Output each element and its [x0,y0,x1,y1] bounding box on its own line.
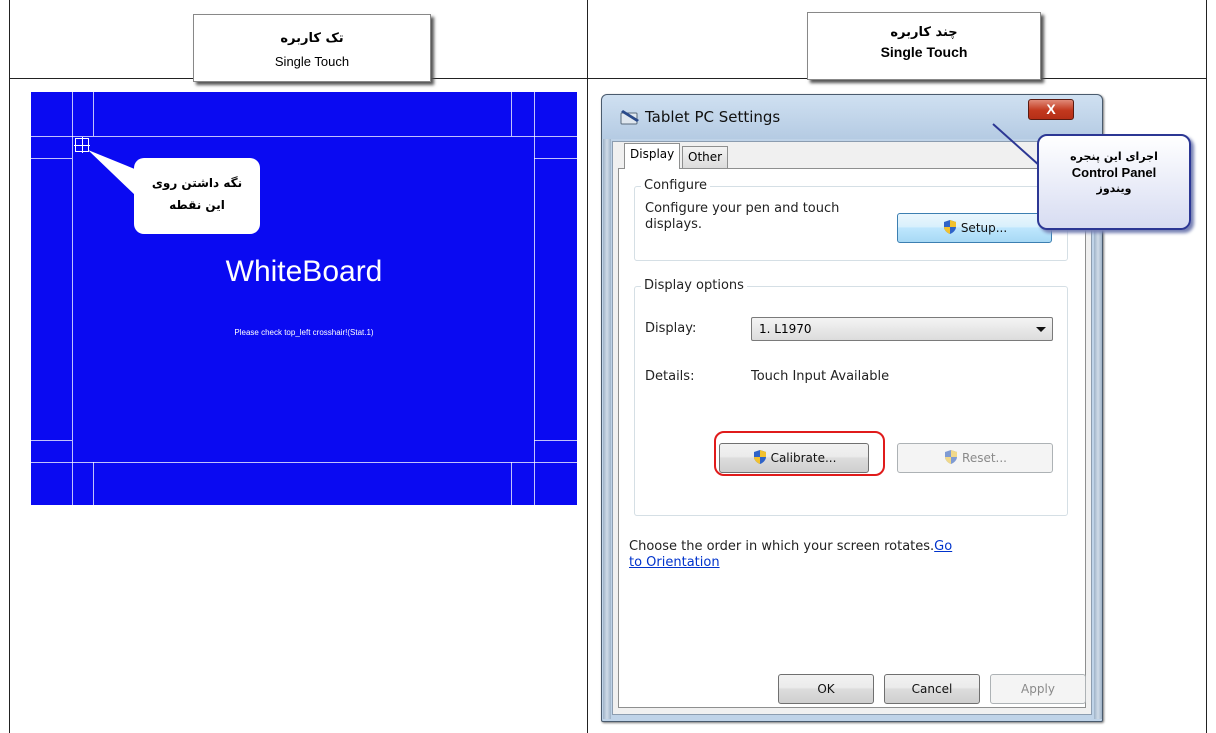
table-column-divider [587,0,588,733]
close-button[interactable]: X [1028,99,1074,120]
corner-tick [31,158,72,159]
configure-legend: Configure [641,178,711,193]
display-select[interactable]: 1. L1970 [751,317,1053,341]
guide-line-bottom [31,462,577,463]
calibrate-highlight [714,431,885,476]
ok-button[interactable]: OK [778,674,874,704]
corner-tick [93,462,94,505]
top-left-crosshair-icon[interactable] [74,137,90,153]
header-right: چند کاربره Single Touch [807,12,1041,80]
orientation-text: Choose the order in which your screen ro… [629,539,1069,571]
guide-line-left [72,92,73,505]
setup-button-label: Setup... [960,221,1008,235]
corner-tick [534,440,577,441]
corner-tick [511,462,512,505]
header-right-english: Single Touch [880,44,968,60]
configure-text-line1: Configure your pen and touch [645,201,840,216]
cancel-button[interactable]: Cancel [884,674,980,704]
tab-display[interactable]: Display [624,143,681,169]
display-label: Display: [645,321,697,336]
corner-tick [511,92,512,136]
setup-button[interactable]: Setup... [897,213,1052,243]
whiteboard-calibration-screen[interactable]: WhiteBoard Please check top_left crossha… [31,92,577,505]
display-options-group: Display options Display: 1. L1970 Detail… [634,278,1068,516]
callout-line2: این نقطه [169,198,225,212]
callout-right-line3: ویندوز [1096,182,1132,195]
details-value: Touch Input Available [751,369,890,384]
chevron-down-icon [1036,327,1046,332]
corner-tick [534,158,577,159]
orientation-description: Choose the order in which your screen ro… [629,539,935,554]
whiteboard-message: Please check top_left crosshair!(Stat.1) [234,328,374,337]
dialog-title: Tablet PC Settings [645,108,781,126]
tablet-pen-icon [620,110,639,125]
header-left-persian: تک کاربره [280,31,344,46]
callout-right-line1: اجرای این پنجره [1070,150,1158,163]
dialog-body: Display Other Configure Configure your p… [612,141,1092,715]
apply-button[interactable]: Apply [990,674,1086,704]
display-options-legend: Display options [641,278,747,293]
header-right-persian: چند کاربره [890,25,958,40]
reset-button[interactable]: Reset... [897,443,1053,473]
header-left: تک کاربره Single Touch [193,14,431,82]
configure-text-line2: displays. [645,217,703,232]
orientation-link[interactable]: Go [934,539,952,554]
dialog-frame-left [603,139,611,719]
uac-shield-icon [945,450,958,464]
corner-tick [31,440,72,441]
tablet-pc-settings-dialog: Tablet PC Settings X Display Other Confi… [601,94,1103,722]
tab-other[interactable]: Other [682,146,729,168]
details-label: Details: [645,369,695,384]
reset-button-label: Reset... [962,451,1007,465]
hold-point-callout: نگه داشتن روی این نقطه [134,158,260,234]
callout-right-line2: Control Panel [1071,165,1157,180]
control-panel-callout: اجرای این پنجره Control Panel ویندوز [1037,134,1191,230]
guide-line-right [534,92,535,505]
callout-line1: نگه داشتن روی [151,176,243,190]
dialog-titlebar[interactable]: Tablet PC Settings X [602,95,1102,139]
whiteboard-title: WhiteBoard [225,255,383,288]
display-select-value: 1. L1970 [759,322,812,336]
orientation-link-continued[interactable]: to Orientation [629,555,720,570]
uac-shield-icon [943,220,956,234]
corner-tick [93,92,94,136]
guide-line-top [31,136,577,137]
header-left-english: Single Touch [274,54,350,69]
configure-group: Configure Configure your pen and touch d… [634,178,1068,261]
